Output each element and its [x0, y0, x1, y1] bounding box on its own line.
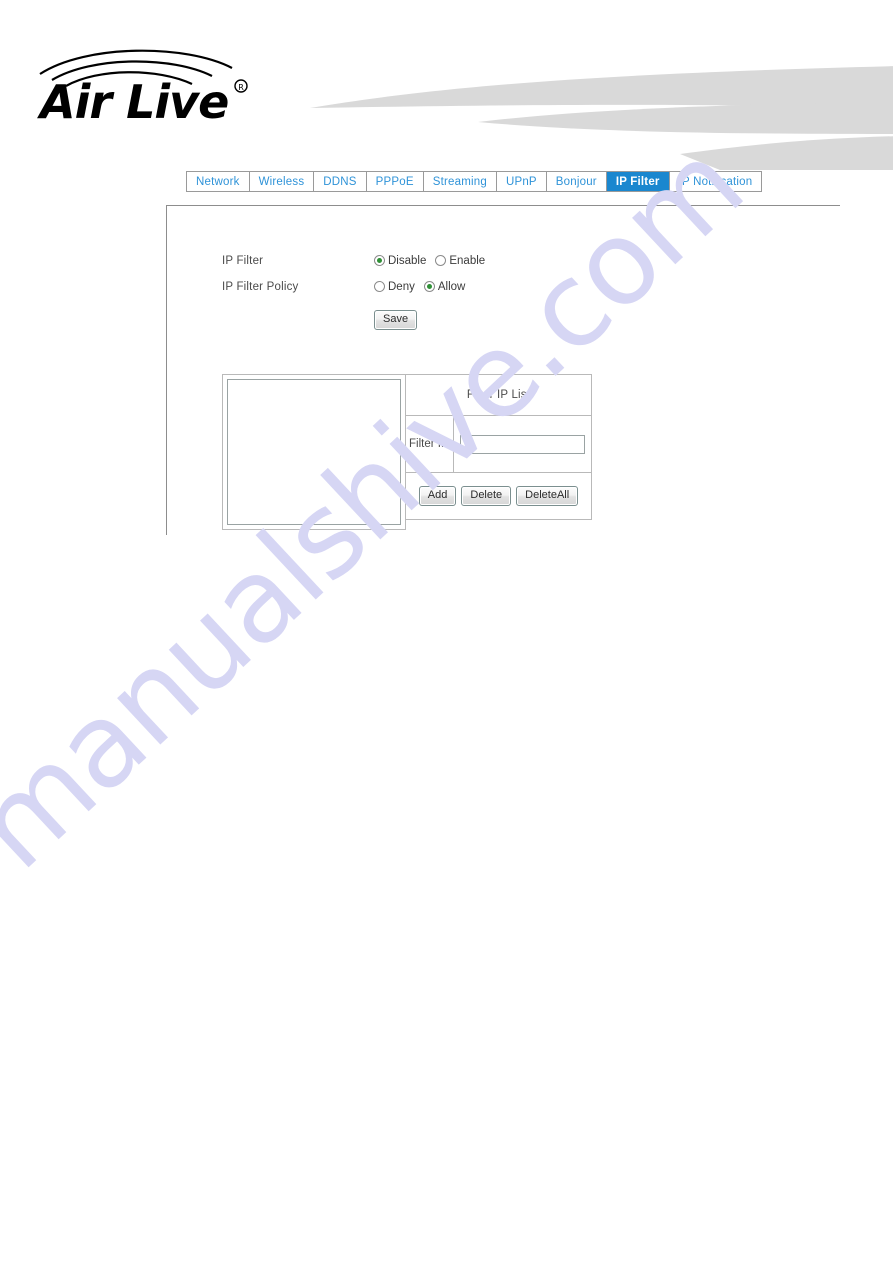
radio-option-allow[interactable]: Allow: [423, 280, 466, 293]
save-button[interactable]: Save: [374, 310, 418, 330]
page-banner: Air Live R: [0, 0, 893, 170]
radio-deny-indicator[interactable]: [374, 281, 385, 292]
tab-pppoe[interactable]: PPPoE: [366, 172, 424, 191]
filter-ip-input-row: Filter IP: [406, 416, 591, 473]
tab-ddns[interactable]: DDNS: [314, 172, 367, 191]
tab-upnp[interactable]: UPnP: [496, 172, 547, 191]
page-root: Air Live R Network Wireless DDNS PPPoE S…: [0, 0, 893, 1263]
add-button[interactable]: Add: [418, 486, 457, 506]
ip-filter-form: IP Filter Disable Enable IP Filter Polic…: [222, 248, 490, 330]
tab-streaming[interactable]: Streaming: [423, 172, 497, 191]
banner-swoosh-graphic: [250, 50, 893, 170]
radio-enable-indicator[interactable]: [435, 255, 447, 266]
row-ip-filter: IP Filter Disable Enable: [222, 248, 490, 273]
filter-ip-field-cell: [454, 416, 591, 472]
airlive-logo: Air Live R: [36, 46, 266, 126]
filter-ip-field-label: Filter IP: [406, 416, 454, 472]
radio-option-disable[interactable]: Disable: [374, 255, 426, 267]
filter-ip-input[interactable]: [460, 434, 585, 454]
settings-tabbar: Network Wireless DDNS PPPoE Streaming UP…: [186, 171, 763, 192]
tab-ip-notification[interactable]: IP Notification: [669, 172, 762, 191]
svg-text:Air Live: Air Live: [37, 75, 228, 126]
filter-ip-listbox[interactable]: [227, 379, 401, 525]
ip-filter-policy-label: IP Filter Policy: [222, 280, 299, 293]
radio-deny-label: Deny: [388, 280, 415, 293]
ip-filter-label: IP Filter: [222, 254, 264, 267]
radio-disable-indicator[interactable]: [374, 255, 385, 266]
tab-network[interactable]: Network: [187, 172, 250, 191]
delete-all-button[interactable]: DeleteAll: [516, 486, 579, 506]
delete-button[interactable]: Delete: [461, 486, 512, 506]
row-ip-filter-policy: IP Filter Policy Deny Allow: [222, 274, 490, 299]
radio-option-deny[interactable]: Deny: [374, 281, 415, 293]
radio-allow-indicator[interactable]: [423, 281, 435, 292]
radio-enable-label: Enable: [449, 254, 486, 267]
ip-filter-radio-group: Disable Enable: [374, 255, 490, 267]
radio-option-enable[interactable]: Enable: [435, 255, 485, 267]
filter-ip-panel: Filter IP List Filter IP Add Delete Dele…: [222, 374, 592, 530]
ip-filter-policy-radio-group: Deny Allow: [374, 281, 470, 293]
tab-wireless[interactable]: Wireless: [249, 172, 315, 191]
save-row: Save: [374, 309, 490, 330]
svg-text:R: R: [238, 83, 244, 92]
tab-bonjour[interactable]: Bonjour: [546, 172, 607, 191]
filter-ip-listbox-cell: [222, 374, 406, 530]
radio-allow-label: Allow: [437, 280, 466, 293]
filter-ip-list-title: Filter IP List: [406, 375, 591, 416]
filter-ip-controls: Filter IP List Filter IP Add Delete Dele…: [406, 374, 592, 520]
settings-content-frame: IP Filter Disable Enable IP Filter Polic…: [166, 205, 840, 535]
radio-disable-label: Disable: [388, 254, 427, 267]
tab-ip-filter[interactable]: IP Filter: [606, 172, 670, 191]
filter-ip-button-row: Add Delete DeleteAll: [406, 473, 591, 519]
